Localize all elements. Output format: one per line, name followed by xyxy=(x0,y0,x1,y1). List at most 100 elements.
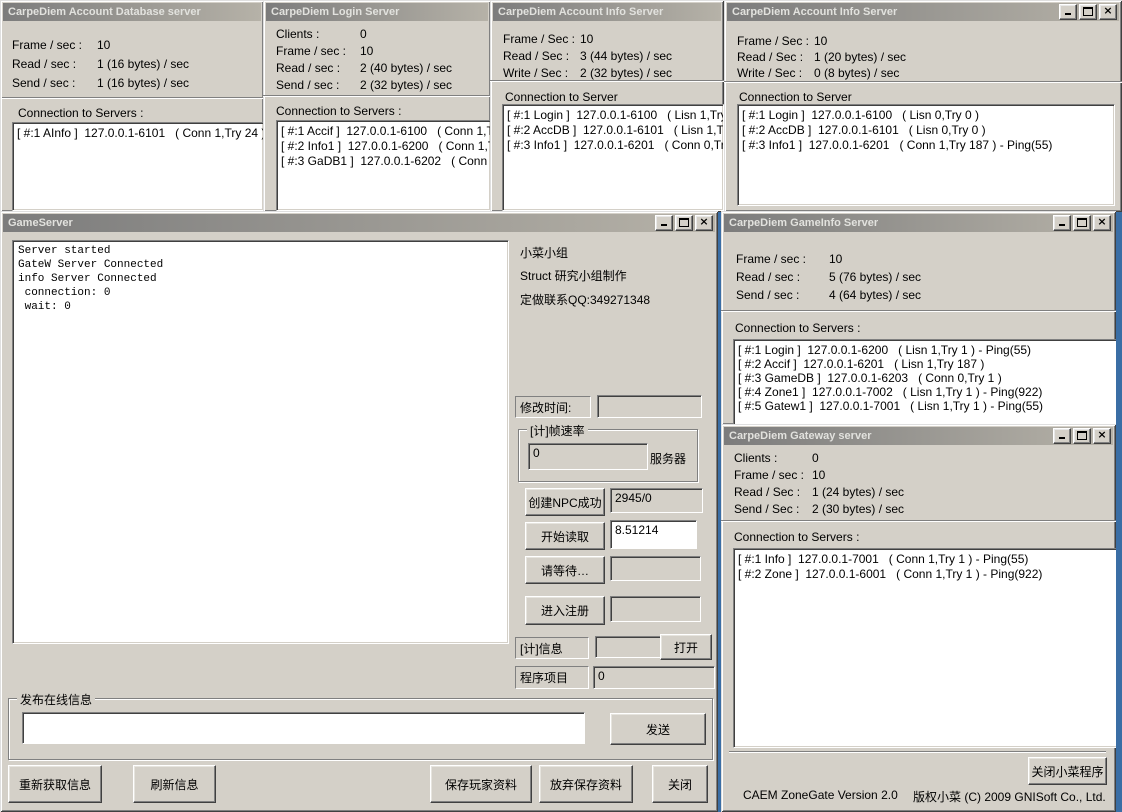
publish-message-input[interactable] xyxy=(22,712,585,744)
titlebar-account-info-server-1[interactable]: CarpeDiem Account Info Server xyxy=(493,3,721,21)
close-icon[interactable]: × xyxy=(1099,4,1117,20)
close-icon[interactable]: × xyxy=(695,215,713,231)
titlebar-gameinfo-server[interactable]: CarpeDiem GameInfo Server × xyxy=(724,214,1113,232)
connection-item[interactable]: [ #:5 Gatew1 ] 127.0.0.1-7001 ( Lisn 1,T… xyxy=(738,399,1113,413)
window-gateway-server: CarpeDiem Gateway server × Clients :0 Fr… xyxy=(721,424,1116,812)
separator xyxy=(721,520,1116,522)
titlebar-login-server[interactable]: CarpeDiem Login Server xyxy=(266,3,488,21)
connection-item[interactable]: [ #:3 GaDB1 ] 127.0.0.1-6202 ( Conn 0,Tr… xyxy=(281,154,486,169)
stat-label: Send / sec : xyxy=(736,286,829,304)
connection-item[interactable]: [ #:4 Zone1 ] 127.0.0.1-7002 ( Lisn 1,Tr… xyxy=(738,385,1113,399)
connection-item[interactable]: [ #:2 Accif ] 127.0.0.1-6201 ( Lisn 1,Tr… xyxy=(738,357,1113,371)
desktop: CarpeDiem Account Database server Frame … xyxy=(0,0,1122,812)
refetch-info-button[interactable]: 重新获取信息 xyxy=(8,765,102,803)
window-game-server: GameServer × Server started GateW Server… xyxy=(0,211,718,812)
stat-value: 0 xyxy=(812,451,819,465)
frame-rate-suffix-label: 服务器 xyxy=(650,450,686,467)
titlebar-gateway-server[interactable]: CarpeDiem Gateway server × xyxy=(724,427,1113,445)
window-title: CarpeDiem Login Server xyxy=(271,3,399,21)
credit-line-3: 定做联系QQ:349271348 xyxy=(520,291,650,308)
stat-value: 5 (76 bytes) / sec xyxy=(829,270,921,284)
window-title: CarpeDiem GameInfo Server xyxy=(729,214,878,232)
stat-value: 10 xyxy=(814,34,827,48)
stat-label: Send / sec : xyxy=(276,77,360,94)
please-wait-button[interactable]: 请等待… xyxy=(525,556,605,584)
start-read-button[interactable]: 开始读取 xyxy=(525,522,605,550)
stat-value: 2 (40 bytes) / sec xyxy=(360,61,452,75)
connections-listbox[interactable]: [ #:1 Info ] 127.0.0.1-7001 ( Conn 1,Try… xyxy=(733,548,1116,748)
create-npc-button[interactable]: 创建NPC成功 xyxy=(525,488,605,516)
maximize-icon[interactable] xyxy=(675,215,693,231)
connection-item[interactable]: [ #:1 Login ] 127.0.0.1-6100 ( Lisn 1,Tr… xyxy=(507,108,719,123)
connection-item[interactable]: [ #:1 Info ] 127.0.0.1-7001 ( Conn 1,Try… xyxy=(738,552,1113,567)
connection-item[interactable]: [ #:1 Login ] 127.0.0.1-6200 ( Lisn 1,Tr… xyxy=(738,343,1113,357)
stat-value: 2 (32 bytes) / sec xyxy=(360,78,452,92)
connection-item[interactable]: [ #:1 Login ] 127.0.0.1-6100 ( Lisn 0,Tr… xyxy=(742,108,1110,123)
stat-value: 10 xyxy=(812,468,825,482)
connections-listbox[interactable]: [ #:1 Login ] 127.0.0.1-6100 ( Lisn 1,Tr… xyxy=(502,104,724,211)
titlebar-game-server[interactable]: GameServer × xyxy=(3,214,715,232)
window-account-info-server-2: CarpeDiem Account Info Server × Frame / … xyxy=(724,0,1122,212)
separator xyxy=(263,95,491,97)
minimize-icon[interactable] xyxy=(1059,4,1077,20)
stat-value: 10 xyxy=(829,252,842,266)
titlebar-account-database-server[interactable]: CarpeDiem Account Database server xyxy=(3,3,261,21)
connections-listbox[interactable]: [ #:1 AInfo ] 127.0.0.1-6101 ( Conn 1,Tr… xyxy=(12,122,264,211)
connections-listbox[interactable]: [ #:1 Login ] 127.0.0.1-6200 ( Lisn 1,Tr… xyxy=(733,339,1116,425)
minimize-icon[interactable] xyxy=(1053,428,1071,444)
maximize-icon[interactable] xyxy=(1079,4,1097,20)
stat-value: 10 xyxy=(360,44,373,58)
credit-line-2: Struct 研究小组制作 xyxy=(520,267,627,284)
enter-register-field[interactable] xyxy=(610,596,701,622)
save-player-data-button[interactable]: 保存玩家资料 xyxy=(430,765,532,803)
please-wait-field[interactable] xyxy=(610,556,701,581)
connection-item[interactable]: [ #:1 AInfo ] 127.0.0.1-6101 ( Conn 1,Tr… xyxy=(17,126,259,141)
connections-listbox[interactable]: [ #:1 Accif ] 127.0.0.1-6100 ( Conn 1,Tr… xyxy=(276,120,491,211)
discard-save-button[interactable]: 放弃保存资料 xyxy=(539,765,633,803)
start-read-field[interactable]: 8.51214 xyxy=(610,520,697,549)
info-field[interactable] xyxy=(595,636,662,658)
open-button[interactable]: 打开 xyxy=(660,634,712,660)
program-item-label: 程序项目 xyxy=(515,666,589,689)
close-icon[interactable]: × xyxy=(1093,215,1111,231)
minimize-icon[interactable] xyxy=(655,215,673,231)
connection-item[interactable]: [ #:2 AccDB ] 127.0.0.1-6101 ( Lisn 0,Tr… xyxy=(742,123,1110,138)
stat-label: Read / sec : xyxy=(276,60,360,77)
window-title: CarpeDiem Account Database server xyxy=(8,3,201,21)
stat-label: Clients : xyxy=(734,450,812,467)
enter-register-button[interactable]: 进入注册 xyxy=(525,596,605,625)
frame-rate-field[interactable]: 0 xyxy=(528,443,648,470)
send-button[interactable]: 发送 xyxy=(610,713,706,745)
maximize-icon[interactable] xyxy=(1073,428,1091,444)
stat-label: Frame / Sec : xyxy=(503,31,580,48)
stat-value: 4 (64 bytes) / sec xyxy=(829,288,921,302)
refresh-info-button[interactable]: 刷新信息 xyxy=(133,765,216,803)
maximize-icon[interactable] xyxy=(1073,215,1091,231)
connection-item[interactable]: [ #:2 Zone ] 127.0.0.1-6001 ( Conn 1,Try… xyxy=(738,567,1113,582)
modify-time-field[interactable] xyxy=(597,395,702,418)
connection-item[interactable]: [ #:1 Accif ] 127.0.0.1-6100 ( Conn 1,Tr… xyxy=(281,124,486,139)
modify-time-label: 修改时间: xyxy=(515,396,591,418)
connections-label: Connection to Server xyxy=(505,90,618,104)
close-icon[interactable]: × xyxy=(1093,428,1111,444)
connection-item[interactable]: [ #:3 Info1 ] 127.0.0.1-6201 ( Conn 1,Tr… xyxy=(742,138,1110,153)
connections-label: Connection to Servers : xyxy=(276,104,401,118)
connection-item[interactable]: [ #:3 Info1 ] 127.0.0.1-6201 ( Conn 0,Tr… xyxy=(507,138,719,153)
info-label: [计]信息 xyxy=(515,637,589,659)
minimize-icon[interactable] xyxy=(1053,215,1071,231)
version-text: CAEM ZoneGate Version 2.0 xyxy=(743,788,898,802)
connection-item[interactable]: [ #:3 GameDB ] 127.0.0.1-6203 ( Conn 0,T… xyxy=(738,371,1113,385)
connection-item[interactable]: [ #:2 Info1 ] 127.0.0.1-6200 ( Conn 1,Tr… xyxy=(281,139,486,154)
connection-item[interactable]: [ #:2 AccDB ] 127.0.0.1-6101 ( Lisn 1,Tr… xyxy=(507,123,719,138)
stat-label: Frame / sec : xyxy=(12,36,97,55)
stat-value: 1 (24 bytes) / sec xyxy=(812,485,904,499)
close-app-button[interactable]: 关闭小菜程序 xyxy=(1028,757,1107,785)
server-log-box[interactable]: Server started GateW Server Connected in… xyxy=(12,240,509,644)
titlebar-account-info-server-2[interactable]: CarpeDiem Account Info Server × xyxy=(727,3,1119,21)
window-title: CarpeDiem Account Info Server xyxy=(498,3,663,21)
create-npc-field[interactable]: 2945/0 xyxy=(610,488,703,513)
connections-listbox[interactable]: [ #:1 Login ] 127.0.0.1-6100 ( Lisn 0,Tr… xyxy=(737,104,1115,206)
separator xyxy=(2,97,264,99)
close-button[interactable]: 关闭 xyxy=(652,765,708,803)
program-item-field[interactable]: 0 xyxy=(593,666,715,689)
